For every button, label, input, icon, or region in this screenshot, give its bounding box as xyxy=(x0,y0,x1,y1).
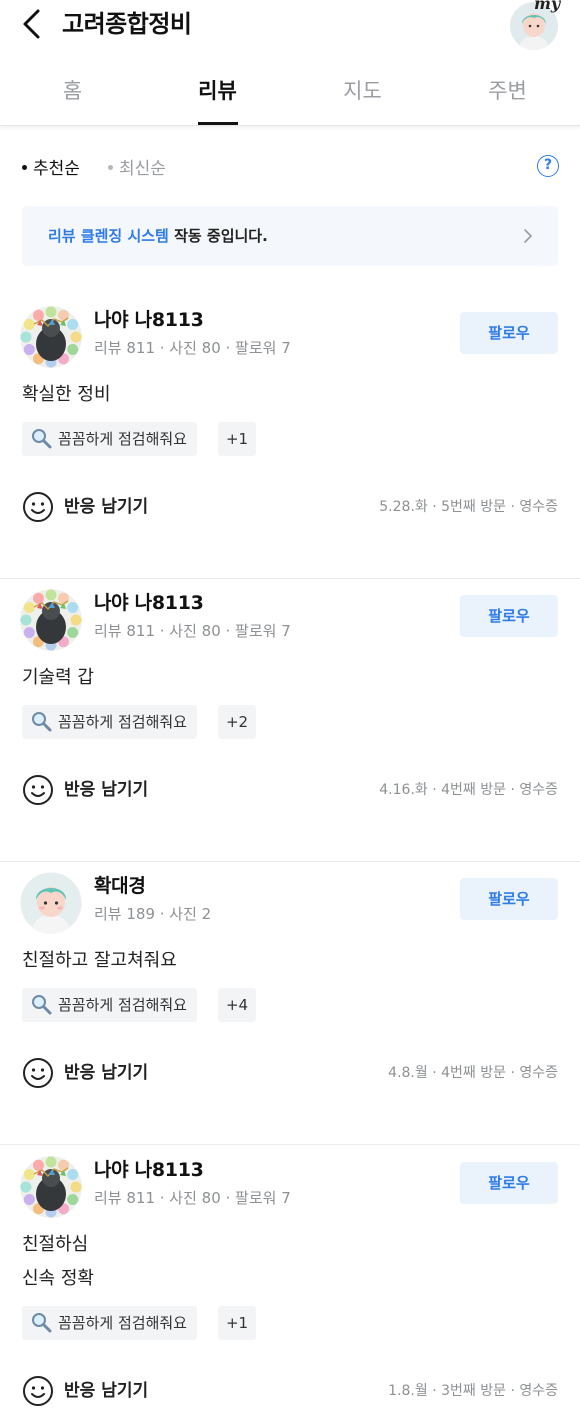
keyword-tag-label: 꼼꼼하게 점검해줘요 xyxy=(58,1314,187,1332)
follow-button[interactable]: 팔로우 xyxy=(460,878,558,920)
reviewer-name[interactable]: 나야 나8113 xyxy=(94,306,204,334)
review-cleansing-notice[interactable]: 리뷰 클렌징 시스템 작동 중입니다. xyxy=(22,206,558,266)
magnifier-icon xyxy=(30,428,58,448)
review-card: 나야 나8113 리뷰 811 · 사진 80 · 팔로워 7 팔로우확실한 정비꼼… xyxy=(0,296,580,579)
magnifier-icon xyxy=(30,711,58,731)
review-card: 나야 나8113 리뷰 811 · 사진 80 · 팔로워 7 팔로우친절하심신속 … xyxy=(0,1146,580,1428)
keyword-tag[interactable]: 꼼꼼하게 점검해줘요 xyxy=(22,705,197,739)
active-tab-indicator xyxy=(198,122,238,125)
tab-map[interactable]: 지도 xyxy=(290,66,435,124)
more-tags-button[interactable]: +1 xyxy=(218,422,256,456)
visit-meta: 1.8.월 · 3번째 방문 · 영수증 xyxy=(388,1383,558,1399)
reviewer-stats: 리뷰 811 · 사진 80 · 팔로워 7 xyxy=(94,339,291,357)
keyword-tag[interactable]: 꼼꼼하게 점검해줘요 xyxy=(22,988,197,1022)
keyword-tag-label: 꼼꼼하게 점검해줘요 xyxy=(58,713,187,731)
reviewer-avatar[interactable] xyxy=(20,872,82,934)
review-card: 확대경리뷰 189 · 사진 2 팔로우친절하고 잘고쳐줘요꼼꼼하게 점검해줘요 +… xyxy=(0,862,580,1145)
more-tags-button[interactable]: +4 xyxy=(218,988,256,1022)
keyword-tag-label: 꼼꼼하게 점검해줘요 xyxy=(58,430,187,448)
review-text: 친절하심 xyxy=(22,1234,89,1255)
review-text: 친절하고 잘고쳐줘요 xyxy=(22,950,177,971)
reviewer-stats: 리뷰 189 · 사진 2 xyxy=(94,905,212,923)
visit-meta: 4.8.월 · 4번째 방문 · 영수증 xyxy=(388,1065,558,1081)
reviewer-avatar[interactable] xyxy=(20,589,82,651)
more-tags-button[interactable]: +2 xyxy=(218,705,256,739)
visit-meta: 5.28.화 · 5번째 방문 · 영수증 xyxy=(379,499,558,515)
react-label: 반응 남기기 xyxy=(64,1381,149,1401)
help-icon[interactable]: ? xyxy=(537,155,559,177)
react-label: 반응 남기기 xyxy=(64,1063,149,1083)
reviewer-name[interactable]: 나야 나8113 xyxy=(94,1156,204,1184)
follow-button[interactable]: 팔로우 xyxy=(460,1162,558,1204)
visit-meta: 4.16.화 · 4번째 방문 · 영수증 xyxy=(379,782,558,798)
app-header: 고려종합정비 my xyxy=(0,0,580,56)
chevron-right-icon xyxy=(524,229,532,243)
sort-latest[interactable]: 최신순 xyxy=(108,156,166,182)
magnifier-icon xyxy=(30,1312,58,1332)
tab-bar: 홈 리뷰 지도 주변 xyxy=(0,66,580,126)
reviewer-name[interactable]: 확대경 xyxy=(94,872,146,900)
my-label: my xyxy=(534,0,561,13)
review-text: 기술력 갑 xyxy=(22,667,94,688)
review-text: 확실한 정비 xyxy=(22,384,111,405)
reviewer-name[interactable]: 나야 나8113 xyxy=(94,589,204,617)
tab-reviews[interactable]: 리뷰 xyxy=(145,66,290,124)
keyword-tag[interactable]: 꼼꼼하게 점검해줘요 xyxy=(22,1306,197,1340)
review-card: 나야 나8113 리뷰 811 · 사진 80 · 팔로워 7 팔로우기술력 갑꼼꼼… xyxy=(0,579,580,862)
notice-text: 리뷰 클렌징 시스템 작동 중입니다. xyxy=(48,227,268,245)
review-text: 신속 정확 xyxy=(22,1268,94,1289)
follow-button[interactable]: 팔로우 xyxy=(460,595,558,637)
tab-nearby[interactable]: 주변 xyxy=(435,66,580,124)
sort-recommended[interactable]: 추천순 xyxy=(22,156,80,182)
react-label: 반응 남기기 xyxy=(64,780,149,800)
keyword-tag[interactable]: 꼼꼼하게 점검해줘요 xyxy=(22,422,197,456)
reviewer-stats: 리뷰 811 · 사진 80 · 팔로워 7 xyxy=(94,622,291,640)
follow-button[interactable]: 팔로우 xyxy=(460,312,558,354)
magnifier-icon xyxy=(30,994,58,1014)
react-label: 반응 남기기 xyxy=(64,497,149,517)
reviewer-avatar[interactable] xyxy=(20,306,82,368)
reviewer-avatar[interactable] xyxy=(20,1156,82,1218)
back-arrow-icon[interactable] xyxy=(14,6,50,42)
keyword-tag-label: 꼼꼼하게 점검해줘요 xyxy=(58,996,187,1014)
tab-home[interactable]: 홈 xyxy=(0,66,145,124)
reviewer-stats: 리뷰 811 · 사진 80 · 팔로워 7 xyxy=(94,1189,291,1207)
page-title: 고려종합정비 xyxy=(62,10,192,38)
more-tags-button[interactable]: +1 xyxy=(218,1306,256,1340)
divider xyxy=(0,1144,580,1145)
